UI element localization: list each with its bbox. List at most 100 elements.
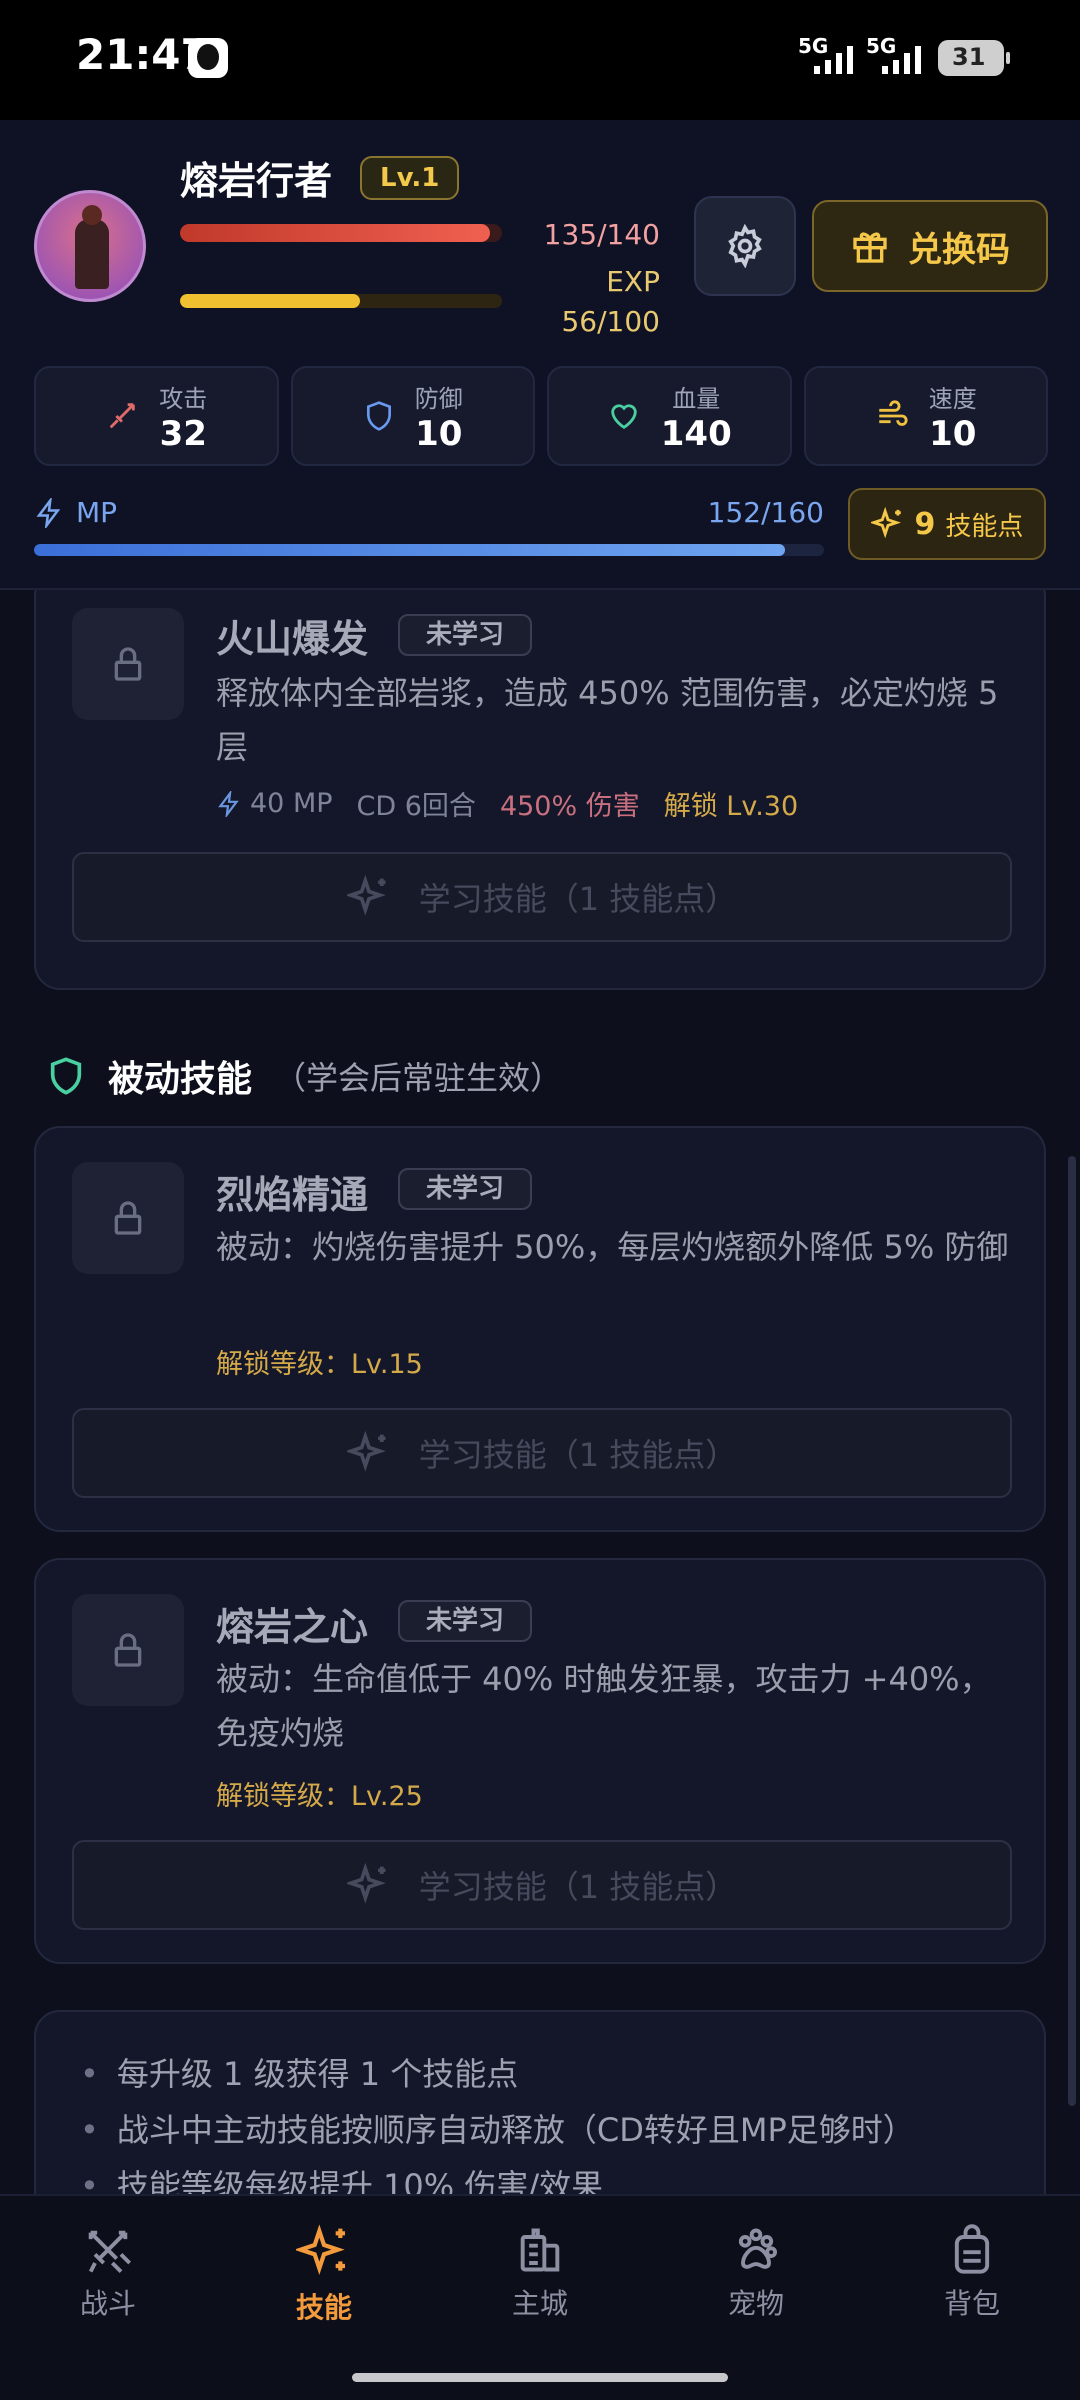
stat-label: 血量 xyxy=(672,384,721,413)
passive-section-subtitle: （学会后常驻生效） xyxy=(274,1059,563,1097)
skill-mp-cost-group: 40 MP xyxy=(216,788,333,819)
stat-value: 140 xyxy=(660,413,732,454)
skill-unlock-level: 解锁 Lv.30 xyxy=(663,791,799,822)
redeem-code-button[interactable]: 兑换码 xyxy=(812,200,1048,292)
learn-skill-button[interactable]: 学习技能（1 技能点） xyxy=(72,852,1012,942)
paw-icon xyxy=(738,2228,778,2269)
skill-status-badge: 未学习 xyxy=(398,1168,533,1210)
nav-main-city[interactable]: 主城 xyxy=(432,2196,648,2354)
skill-description: 被动：生命值低于 40% 时触发狂暴，攻击力 +40%，免疫灼烧 xyxy=(216,1660,992,1752)
passive-section-header: 被动技能 （学会后常驻生效） xyxy=(46,1050,562,1102)
stat-value: 10 xyxy=(929,413,977,454)
sparkles-icon xyxy=(296,2224,345,2275)
nav-battle[interactable]: 战斗 xyxy=(0,2196,216,2354)
gear-icon xyxy=(728,224,762,268)
wind-icon xyxy=(879,400,908,426)
skill-status-badge: 未学习 xyxy=(398,1600,533,1642)
player-name: 熔岩行者 xyxy=(180,159,333,203)
hp-bar-fill xyxy=(180,224,491,242)
skill-points-badge[interactable]: 9 技能点 xyxy=(848,488,1046,560)
skills-content[interactable]: 火山爆发 未学习 释放体内全部岩浆，造成 450% 范围伤害，必定灼烧 5 层 … xyxy=(0,590,1080,2194)
crossed-swords-icon xyxy=(88,2230,132,2274)
exp-value: 56/100 xyxy=(561,305,660,338)
player-header: 熔岩行者 Lv.1 135/140 EXP 56/100 兑换码 攻击 32 防御… xyxy=(0,120,1080,590)
learn-skill-label: 学习技能（1 技能点） xyxy=(418,880,738,918)
stat-value: 32 xyxy=(159,413,207,454)
lock-icon xyxy=(114,647,142,681)
skill-points-count: 9 xyxy=(914,506,936,542)
learn-skill-label: 学习技能（1 技能点） xyxy=(418,1436,738,1474)
sparkles-icon xyxy=(346,1431,386,1472)
battery-level: 31 xyxy=(952,43,986,71)
lock-icon-box xyxy=(72,1594,184,1706)
nav-backpack[interactable]: 背包 xyxy=(864,2196,1080,2354)
avatar[interactable] xyxy=(34,190,146,302)
sparkles-icon xyxy=(346,1863,386,1904)
battery-icon: 31 xyxy=(938,40,1010,76)
building-icon xyxy=(520,2228,560,2272)
stat-label: 速度 xyxy=(928,384,977,413)
heart-icon xyxy=(610,404,637,430)
hp-bar xyxy=(180,224,502,242)
tip-item: 战斗中主动技能按顺序自动释放（CD转好且MP足够时） xyxy=(80,2102,1044,2158)
nav-label: 战斗 xyxy=(79,2287,136,2320)
mp-label: MP xyxy=(76,496,118,529)
gift-icon xyxy=(853,232,887,263)
skill-meta: 40 MP CD 6回合 450% 伤害 解锁 Lv.30 xyxy=(216,784,798,823)
nav-skills[interactable]: 技能 xyxy=(216,2196,432,2354)
stat-label: 攻击 xyxy=(159,384,208,413)
nav-label: 宠物 xyxy=(727,2287,784,2320)
hp-value: 135/140 xyxy=(543,218,660,251)
skill-points-label: 技能点 xyxy=(945,511,1024,542)
skill-name: 火山爆发 xyxy=(216,617,369,661)
home-indicator[interactable] xyxy=(352,2373,728,2382)
stats-row: 攻击 32 防御 10 血量 140 速度 10 xyxy=(34,366,1048,466)
shield-icon xyxy=(366,401,391,431)
status-bar: 21:47 5G 5G 31 xyxy=(0,0,1080,120)
exp-bar-fill xyxy=(180,294,361,308)
skill-description: 释放体内全部岩浆，造成 450% 范围伤害，必定灼烧 5 层 xyxy=(216,674,999,766)
redeem-code-label: 兑换码 xyxy=(908,229,1010,270)
skill-unlock-level: 解锁等级：Lv.25 xyxy=(216,1781,423,1812)
level-badge: Lv.1 xyxy=(360,156,460,200)
skill-card-lava-heart: 熔岩之心 未学习 被动：生命值低于 40% 时触发狂暴，攻击力 +40%，免疫灼… xyxy=(34,1558,1046,1964)
nav-label: 主城 xyxy=(511,2287,568,2320)
lightning-icon xyxy=(36,497,61,528)
nav-label: 背包 xyxy=(943,2287,1000,2320)
skill-cooldown: CD 6回合 xyxy=(356,791,476,822)
scrollbar[interactable] xyxy=(1068,1156,1076,2106)
skill-name: 熔岩之心 xyxy=(216,1605,369,1649)
signal-icon-1 xyxy=(814,44,853,74)
lightning-icon xyxy=(218,790,239,817)
skill-damage: 450% 伤害 xyxy=(499,791,640,822)
qq-notification-icon xyxy=(188,38,228,78)
tip-item: 每升级 1 级获得 1 个技能点 xyxy=(80,2046,1044,2102)
mp-bar xyxy=(34,544,824,556)
nav-pets[interactable]: 宠物 xyxy=(648,2196,864,2354)
learn-skill-button[interactable]: 学习技能（1 技能点） xyxy=(72,1840,1012,1930)
skill-card-flame-mastery: 烈焰精通 未学习 被动：灼烧伤害提升 50%，每层灼烧额外降低 5% 防御 解锁… xyxy=(34,1126,1046,1532)
mp-value: 152/160 xyxy=(707,496,824,529)
learn-skill-button[interactable]: 学习技能（1 技能点） xyxy=(72,1408,1012,1498)
skill-mp-cost: 40 MP xyxy=(250,788,333,819)
skill-status-badge: 未学习 xyxy=(398,614,533,656)
backpack-icon xyxy=(954,2224,990,2274)
sparkles-icon xyxy=(346,875,386,916)
stat-defense: 防御 10 xyxy=(290,366,535,466)
skill-unlock-level: 解锁等级：Lv.15 xyxy=(216,1349,423,1380)
stat-label: 防御 xyxy=(414,384,463,413)
lock-icon-box xyxy=(72,608,184,720)
exp-label: EXP xyxy=(606,265,660,298)
nav-label: 技能 xyxy=(295,2291,352,2324)
exp-block: EXP 56/100 xyxy=(561,262,660,342)
stat-hp: 血量 140 xyxy=(547,366,792,466)
bottom-nav: 战斗 技能 主城 宠物 背包 xyxy=(0,2194,1080,2354)
skill-description: 被动：灼烧伤害提升 50%，每层灼烧额外降低 5% 防御 xyxy=(216,1228,1009,1266)
skill-name: 烈焰精通 xyxy=(216,1173,369,1217)
passive-section-title: 被动技能 xyxy=(108,1059,253,1100)
stat-attack: 攻击 32 xyxy=(34,366,279,466)
skill-tips-card: 每升级 1 级获得 1 个技能点 战斗中主动技能按顺序自动释放（CD转好且MP足… xyxy=(34,2010,1046,2194)
exp-bar xyxy=(180,294,502,308)
settings-button[interactable] xyxy=(694,196,796,296)
mp-bar-fill xyxy=(34,544,785,556)
